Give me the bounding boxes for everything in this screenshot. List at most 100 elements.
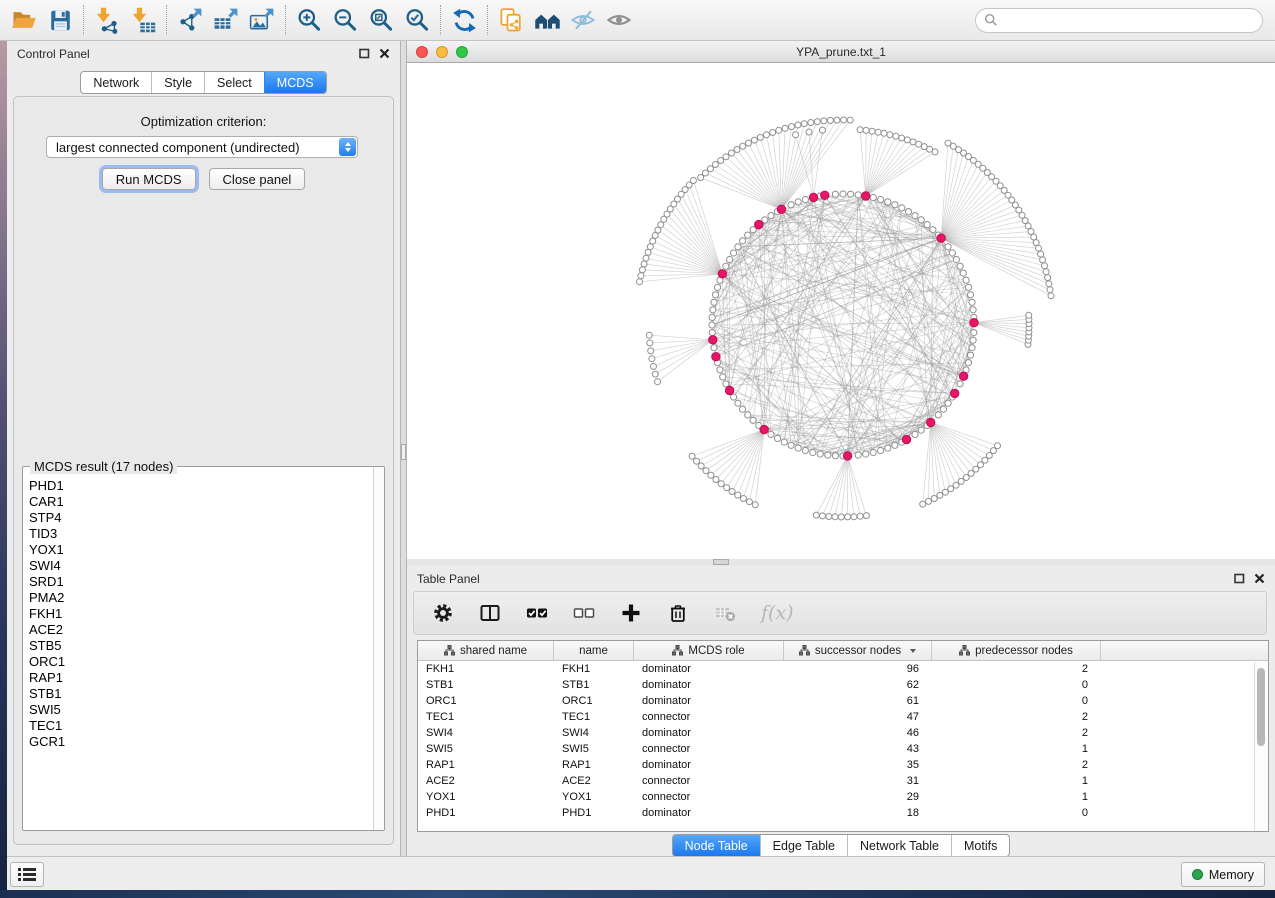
mcds-result-item[interactable]: STB5 [29,638,374,654]
table-row[interactable]: SWI5SWI5connector431 [418,741,1268,757]
table-tab-edge-table[interactable]: Edge Table [760,835,847,856]
table-row[interactable]: PHD1PHD1dominator180 [418,805,1268,821]
refresh-layout-button[interactable] [446,3,482,37]
show-eye-icon [605,6,633,34]
mcds-result-item[interactable]: ORC1 [29,654,374,670]
cell-successor-nodes: 31 [784,775,932,787]
export-image-button[interactable] [244,3,280,37]
cell-name: ACE2 [554,775,634,787]
run-mcds-button[interactable]: Run MCDS [102,168,196,190]
show-all-button[interactable] [601,3,637,37]
zoom-selected-button[interactable] [399,3,435,37]
export-table-button[interactable] [208,3,244,37]
column-settings-button[interactable] [432,602,454,624]
table-row[interactable]: TEC1TEC1connector472 [418,709,1268,725]
save-icon [47,7,74,34]
table-row[interactable]: FKH1FKH1dominator962 [418,661,1268,677]
zoom-selected-icon [403,6,431,34]
close-panel-icon[interactable] [379,48,390,59]
column-header-predecessor-nodes[interactable]: predecessor nodes [932,641,1101,660]
import-table-icon [129,6,157,34]
splitter-grip-icon[interactable] [713,559,729,565]
save-session-button[interactable] [42,3,78,37]
mcds-result-item[interactable]: ACE2 [29,622,374,638]
tab-style[interactable]: Style [151,72,204,93]
delete-column-button[interactable] [667,602,689,624]
cell-predecessor-nodes: 1 [932,775,1101,787]
mcds-result-item[interactable]: RAP1 [29,670,374,686]
cell-successor-nodes: 43 [784,743,932,755]
tab-network[interactable]: Network [81,72,151,93]
mcds-result-item[interactable]: SRD1 [29,574,374,590]
search-box[interactable] [975,8,1263,33]
tab-select[interactable]: Select [204,72,264,93]
select-all-columns-button[interactable] [526,602,548,624]
first-neighbors-button[interactable] [529,3,565,37]
close-panel-button[interactable]: Close panel [209,168,306,190]
table-row[interactable]: YOX1YOX1connector291 [418,789,1268,805]
table-scrollbar[interactable] [1254,662,1268,831]
cell-name: RAP1 [554,759,634,771]
mcds-result-item[interactable]: TID3 [29,526,374,542]
table-tab-motifs[interactable]: Motifs [951,835,1009,856]
deselect-all-columns-button[interactable] [573,602,595,624]
mcds-list-scrollbar[interactable] [373,467,384,830]
memory-button[interactable]: Memory [1181,862,1265,887]
cell-mcds-role: dominator [634,695,784,707]
mcds-result-item[interactable]: PMA2 [29,590,374,606]
mcds-result-item[interactable]: GCR1 [29,734,374,750]
tab-mcds[interactable]: MCDS [264,72,326,93]
splitter-grip-icon[interactable] [401,444,406,460]
cell-predecessor-nodes: 2 [932,663,1101,675]
import-table-button[interactable] [125,3,161,37]
mcds-result-item[interactable]: STB1 [29,686,374,702]
mcds-result-list[interactable]: PHD1CAR1STP4TID3YOX1SWI4SRD1PMA2FKH1ACE2… [23,472,374,830]
open-file-button[interactable] [6,3,42,37]
column-header-mcds-role[interactable]: MCDS role [634,641,784,660]
table-tab-node-table[interactable]: Node Table [673,835,760,856]
zoom-in-button[interactable] [291,3,327,37]
table-row[interactable]: STB1STB1dominator620 [418,677,1268,693]
criterion-select[interactable]: largest connected component (undirected) [46,136,358,158]
table-row[interactable]: SWI4SWI4dominator462 [418,725,1268,741]
float-panel-icon[interactable] [1234,573,1245,584]
toolbar-separator [440,5,441,35]
hide-selected-button[interactable] [565,3,601,37]
scrollbar-thumb[interactable] [1257,668,1265,746]
zoom-out-button[interactable] [327,3,363,37]
search-input[interactable] [1003,12,1254,29]
network-canvas[interactable] [407,63,1275,559]
mcds-result-item[interactable]: STP4 [29,510,374,526]
mcds-result-item[interactable]: PHD1 [29,478,374,494]
table-row[interactable]: ACE2ACE2connector311 [418,773,1268,789]
mcds-result-item[interactable]: CAR1 [29,494,374,510]
import-network-button[interactable] [89,3,125,37]
vertical-splitter[interactable] [400,41,407,856]
network-titlebar[interactable]: YPA_prune.txt_1 [407,41,1275,63]
column-header-name[interactable]: name [554,641,634,660]
add-column-button[interactable] [620,602,642,624]
column-header-shared-name[interactable]: shared name [418,641,554,660]
table-tab-network-table[interactable]: Network Table [847,835,951,856]
mcds-result-item[interactable]: TEC1 [29,718,374,734]
horizontal-splitter[interactable] [407,558,1275,566]
table-row[interactable]: RAP1RAP1dominator352 [418,757,1268,773]
copy-share-network-button[interactable] [493,3,529,37]
task-history-button[interactable] [10,862,44,887]
mcds-result-item[interactable]: SWI4 [29,558,374,574]
mcds-result-item[interactable]: SWI5 [29,702,374,718]
export-network-button[interactable] [172,3,208,37]
mcds-result-item[interactable]: YOX1 [29,542,374,558]
close-panel-icon[interactable] [1254,573,1265,584]
table-row[interactable]: ORC1ORC1dominator610 [418,693,1268,709]
float-panel-icon[interactable] [359,48,370,59]
delete-table-button[interactable] [714,602,736,624]
network-graph[interactable] [407,63,1275,559]
split-view-button[interactable] [479,602,501,624]
column-header-successor-nodes[interactable]: successor nodes [784,641,932,660]
zoom-fit-button[interactable] [363,3,399,37]
function-builder-button[interactable]: f(x) [761,602,794,624]
cell-successor-nodes: 47 [784,711,932,723]
export-network-icon [176,6,204,34]
mcds-result-item[interactable]: FKH1 [29,606,374,622]
